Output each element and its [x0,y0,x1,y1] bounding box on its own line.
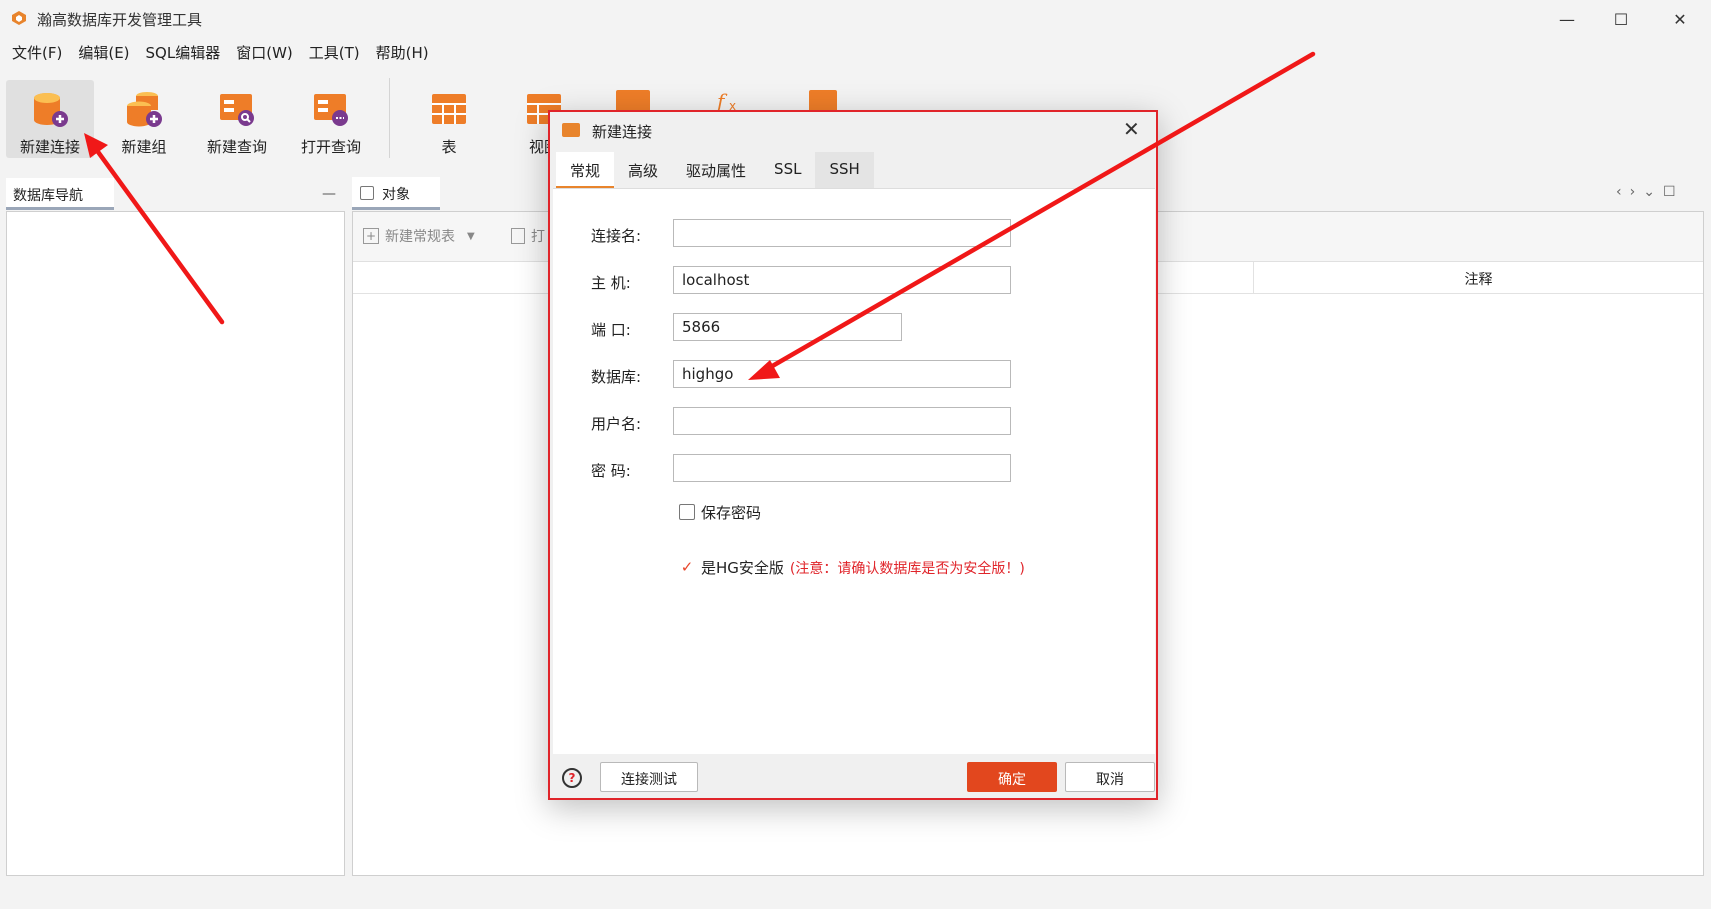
new-connection-dialog: 新建连接 ✕ 常规 高级 驱动属性 SSL SSH 连接名: 主 机: loca… [548,110,1158,800]
connection-icon [562,123,580,137]
hg-secure-row: 是HG安全版 (注意：请确认数据库是否为安全版！) [701,557,1025,578]
dialog-footer: ? 连接测试 确定 取消 [550,756,1156,800]
cancel-button[interactable]: 取消 [1065,762,1155,792]
table-icon [432,94,466,124]
test-connection-button[interactable]: 连接测试 [600,762,698,792]
new-connection-label: 新建连接 [19,138,80,156]
query-add-icon [220,94,254,126]
port-row: 端 口: 5866 [553,313,1155,343]
database-row: 数据库: highgo [553,360,1155,390]
tab-general[interactable]: 常规 [556,152,615,188]
dialog-title-bar: 新建连接 ✕ [550,112,1156,148]
new-group-label: 新建组 [121,138,167,156]
menu-tools[interactable]: 工具(T) [301,38,368,64]
port-input[interactable]: 5866 [673,313,902,341]
password-input[interactable] [673,454,1011,482]
port-label: 端 口: [591,321,631,339]
tab-objects[interactable]: 对象 [352,177,440,210]
hg-secure-checkbox[interactable]: ✓ [679,559,695,575]
objects-icon [360,186,374,200]
help-icon[interactable]: ? [562,768,582,788]
new-group-button[interactable]: 新建组 [100,80,188,158]
save-password-checkbox[interactable] [679,504,695,520]
save-password-label: 保存密码 [701,504,762,522]
query-list-icon[interactable] [805,88,847,112]
database-input[interactable]: highgo [673,360,1011,388]
database-navigator-panel [6,211,345,876]
dropdown-icon[interactable]: ▼ [467,231,475,242]
tab-maximize-icon[interactable]: ☐ [1663,184,1676,200]
open-table-icon [511,228,525,244]
dialog-body: 连接名: 主 机: localhost 端 口: 5866 数据库: highg… [553,188,1155,754]
nav-minimize-button[interactable]: — [322,186,336,202]
menu-sql-editor[interactable]: SQL编辑器 [138,38,229,64]
menu-edit[interactable]: 编辑(E) [70,38,137,64]
function-icon[interactable] [612,88,654,112]
tab-prev-icon[interactable]: ‹ [1616,184,1622,200]
ok-button[interactable]: 确定 [967,762,1057,792]
app-title: 瀚高数据库开发管理工具 [37,11,203,29]
group-add-icon [127,92,162,127]
dialog-tabs: 常规 高级 驱动属性 SSL SSH [556,152,874,188]
menu-help[interactable]: 帮助(H) [368,38,437,64]
connection-name-label: 连接名: [591,227,642,245]
tab-list-icon[interactable]: ⌄ [1643,184,1655,200]
maximize-button[interactable]: ☐ [1593,0,1649,38]
host-input[interactable]: localhost [673,266,1011,294]
hg-secure-label: 是HG安全版 [701,559,784,577]
username-label: 用户名: [591,415,642,433]
tab-ssl[interactable]: SSL [760,152,815,188]
new-connection-button[interactable]: 新建连接 [6,80,94,158]
username-input[interactable] [673,407,1011,435]
new-query-button[interactable]: 新建查询 [193,80,281,158]
close-button[interactable]: ✕ [1652,0,1708,38]
table-label: 表 [441,138,457,156]
username-row: 用户名: [553,407,1155,437]
open-query-label: 打开查询 [300,138,361,156]
host-label: 主 机: [591,274,631,292]
column-header-note[interactable]: 注释 [1253,262,1703,294]
tab-advanced[interactable]: 高级 [614,152,672,188]
host-row: 主 机: localhost [553,266,1155,296]
connection-name-input[interactable] [673,219,1011,247]
tab-controls: ‹ › ⌄ ☐ [1616,184,1676,200]
hg-secure-note: (注意：请确认数据库是否为安全版！) [789,561,1025,577]
database-label: 数据库: [591,368,642,386]
svg-text:f: f [715,89,728,112]
minimize-button[interactable]: — [1539,0,1595,38]
new-query-label: 新建查询 [206,138,267,156]
table-button[interactable]: 表 [405,80,493,158]
open-query-button[interactable]: 打开查询 [287,80,375,158]
new-table-button[interactable]: + 新建常规表 ▼ [363,226,475,246]
tab-ssh[interactable]: SSH [815,152,874,188]
connection-name-row: 连接名: [553,219,1155,249]
open-table-button[interactable]: 打 [511,226,545,246]
new-table-icon: + [363,228,379,244]
title-bar: 瀚高数据库开发管理工具 — ☐ ✕ [0,0,1711,38]
menu-bar: 文件(F) 编辑(E) SQL编辑器 窗口(W) 工具(T) 帮助(H) [0,38,1711,64]
database-add-icon [34,93,68,127]
dialog-title: 新建连接 [592,123,653,141]
open-table-label: 打 [531,229,545,245]
tab-database-navigator[interactable]: 数据库导航 [6,178,114,210]
password-row: 密 码: [553,454,1155,484]
tab-next-icon[interactable]: › [1630,184,1636,200]
password-label: 密 码: [591,462,631,480]
dialog-close-button[interactable]: ✕ [1123,117,1140,141]
menu-file[interactable]: 文件(F) [4,38,70,64]
menu-window[interactable]: 窗口(W) [228,38,301,64]
fx-icon[interactable]: f x [715,88,757,112]
query-open-icon [314,94,348,126]
new-table-label: 新建常规表 [385,229,455,245]
tab-driver-properties[interactable]: 驱动属性 [672,152,760,188]
toolbar-separator [389,78,390,158]
app-logo-icon [12,11,26,25]
objects-tab-label: 对象 [382,187,410,203]
